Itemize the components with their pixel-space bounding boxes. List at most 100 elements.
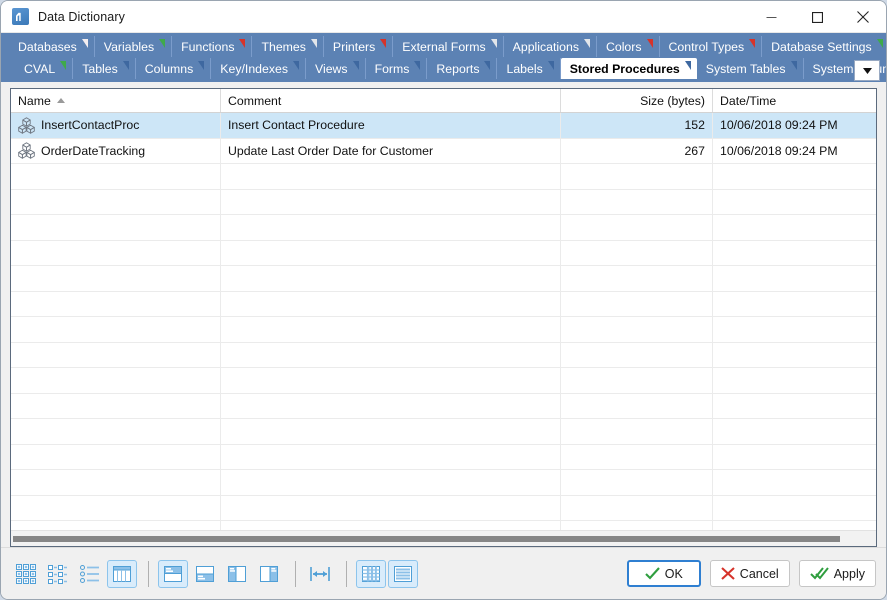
apply-button-label: Apply [833,566,865,581]
preview-left-button[interactable] [254,560,284,588]
table-row[interactable]: OrderDateTracking Update Last Order Date … [11,138,876,164]
tab-columns[interactable]: Columns [135,58,212,79]
tab-marker-triangle-icon [292,61,299,70]
table-row-empty[interactable] [11,470,876,496]
horizontal-scrollbar[interactable] [11,530,876,546]
tab-colors[interactable]: Colors [596,36,660,57]
tab-variables[interactable]: Variables [94,36,173,57]
table-cell-empty [221,215,561,240]
table-cell-name: OrderDateTracking [11,138,221,163]
tab-label: Themes [261,39,306,54]
fit-width-button[interactable] [305,560,335,588]
tab-row-primary: Databases Variables Functions Themes Printer… [1,35,886,57]
table-row-empty[interactable] [11,393,876,419]
table-row-empty[interactable] [11,368,876,394]
table-row-empty[interactable] [11,317,876,343]
table-cell-empty [713,368,876,393]
column-header-comment[interactable]: Comment [221,89,561,112]
table-cell-comment: Insert Contact Procedure [221,113,561,138]
scrollbar-thumb[interactable] [13,535,840,542]
table-cell-empty [221,419,561,444]
table-row-empty[interactable] [11,419,876,445]
table-cell-empty [221,266,561,291]
table-cell-empty [11,393,221,418]
tab-database-settings[interactable]: Database Settings [762,36,886,57]
row-lines-button[interactable] [388,559,418,588]
table-row-empty[interactable] [11,164,876,190]
column-header-name[interactable]: Name [11,89,221,112]
table-row-empty[interactable] [11,215,876,241]
tab-marker-triangle-icon [414,61,421,70]
preview-top-button[interactable] [190,560,220,588]
tab-tables[interactable]: Tables [73,58,136,79]
tab-control-types[interactable]: Control Types [659,36,763,57]
table-row-empty[interactable] [11,291,876,317]
table-row[interactable]: InsertContactProc Insert Contact Procedur… [11,113,876,139]
table-cell-empty [561,393,713,418]
layout-preview-bottom-icon [164,565,182,582]
preview-bottom-button[interactable] [158,559,188,588]
tab-reports[interactable]: Reports [427,58,498,79]
cancel-button-label: Cancel [739,566,779,581]
tab-external-forms[interactable]: External Forms [393,36,504,57]
fit-width-icon [310,566,330,581]
tab-databases[interactable]: Databases [9,36,95,57]
ok-button[interactable]: OK [626,560,701,587]
check-icon [645,567,660,580]
details-view-button[interactable] [107,559,137,588]
table-row-empty[interactable] [11,189,876,215]
tab-views[interactable]: Views [305,58,366,79]
table-cell-empty [561,189,713,214]
tab-system-tables[interactable]: System Tables [696,58,804,79]
large-icons-view-button[interactable] [11,560,41,588]
table-cell-empty [713,266,876,291]
cancel-button[interactable]: Cancel [709,560,790,587]
table-row-empty[interactable] [11,240,876,266]
preview-right-button[interactable] [222,560,252,588]
table-row-empty[interactable] [11,495,876,521]
small-icons-view-button[interactable] [43,560,73,588]
grid-lines-button[interactable] [356,559,386,588]
cell-text: 10/06/2018 09:24 PM [720,143,838,158]
table-cell-empty [11,342,221,367]
tab-label: Databases [18,39,77,54]
list-view-button[interactable] [75,560,105,588]
tab-applications[interactable]: Applications [503,36,597,57]
table-row-empty[interactable] [11,342,876,368]
table-cell-empty [713,164,876,189]
tab-marker-triangle-icon [876,39,883,48]
tab-printers[interactable]: Printers [323,36,394,57]
tab-cval[interactable]: CVAL [15,58,74,79]
table-cell-empty [11,291,221,316]
column-header-size[interactable]: Size (bytes) [561,89,713,112]
layout-preview-top-icon [196,565,214,582]
tab-stored-procedures[interactable]: Stored Procedures [560,58,697,79]
tab-themes[interactable]: Themes [252,36,324,57]
minimize-button[interactable] [748,1,794,33]
table-row-empty[interactable] [11,521,876,530]
table-cell-empty [221,368,561,393]
table-cell-size: 152 [561,113,713,138]
bottom-bar: OK Cancel Apply [1,547,886,599]
apply-button[interactable]: Apply [798,560,876,587]
layout-preview-left-icon [260,565,278,582]
tab-labels[interactable]: Labels [497,58,561,79]
close-button[interactable] [840,1,886,33]
list-view-icon [80,564,99,583]
tab-overflow-button[interactable] [854,60,880,81]
maximize-button[interactable] [794,1,840,33]
tab-forms[interactable]: Forms [365,58,428,79]
table-cell-empty [221,444,561,469]
stored-procedure-icon [18,142,35,159]
column-header-date[interactable]: Date/Time [713,89,876,112]
table-cell-empty [11,266,221,291]
table-cell-empty [561,495,713,520]
tab-marker-triangle-icon [583,39,590,48]
tab-strip: Databases Variables Functions Themes Printer… [1,33,886,82]
tab-marker-triangle-icon [490,39,497,48]
table-row-empty[interactable] [11,266,876,292]
tab-key-indexes[interactable]: Key/Indexes [211,58,306,79]
column-header-label: Date/Time [720,93,777,108]
tab-functions[interactable]: Functions [172,36,253,57]
table-row-empty[interactable] [11,444,876,470]
